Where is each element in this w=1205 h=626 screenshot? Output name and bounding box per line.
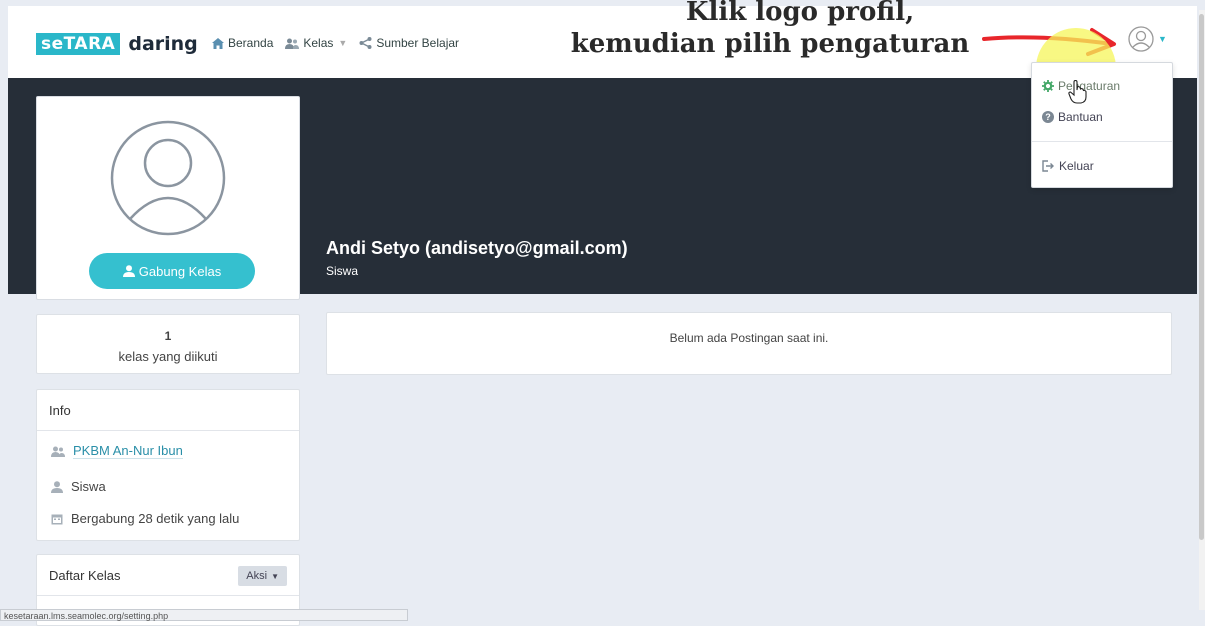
chevron-down-icon: ▼ [1158, 34, 1167, 44]
profile-menu-button[interactable]: ▼ [1128, 26, 1167, 52]
menu-item-label: Bantuan [1058, 110, 1103, 124]
main-nav: Beranda Kelas ▼ Sumber Belajar [212, 36, 471, 50]
info-role: Siswa [71, 479, 106, 494]
menu-item-keluar[interactable]: Keluar [1042, 159, 1094, 173]
menu-item-bantuan[interactable]: ? Bantuan [1042, 110, 1103, 124]
class-count-card: 1 kelas yang diikuti [36, 314, 300, 374]
logo-word: daring [128, 33, 198, 55]
users-icon [51, 446, 65, 457]
svg-text:?: ? [1045, 112, 1051, 122]
join-class-button[interactable]: Gabung Kelas [89, 253, 255, 289]
nav-sumber-belajar-label: Sumber Belajar [376, 36, 460, 50]
chevron-down-icon: ▼ [338, 38, 348, 48]
users-icon [285, 38, 300, 49]
tutorial-annotation: Klik logo profil, kemudian pilih pengatu… [560, 0, 980, 60]
org-link[interactable]: PKBM An-Nur Ibun [73, 443, 183, 459]
info-title: Info [37, 390, 299, 431]
posts-panel: Belum ada Postingan saat ini. [326, 312, 1172, 375]
user-icon [51, 480, 63, 493]
user-role: Siswa [326, 264, 359, 278]
user-icon [122, 265, 135, 277]
browser-status-bar: kesetaraan.lms.seamolec.org/setting.php [0, 609, 408, 621]
info-panel: Info PKBM An-Nur Ibun Siswa Bergabung 28… [36, 389, 300, 541]
annotation-line-2: kemudian pilih pengaturan [570, 29, 970, 59]
class-list-header: Daftar Kelas Aksi ▼ [37, 555, 299, 596]
nav-beranda[interactable]: Beranda [212, 36, 273, 50]
user-avatar-icon [110, 120, 226, 236]
nav-sumber-belajar[interactable]: Sumber Belajar [359, 36, 459, 50]
chevron-down-icon: ▼ [271, 571, 279, 581]
menu-item-label: Keluar [1059, 159, 1094, 173]
share-icon [359, 37, 372, 49]
question-circle-icon: ? [1042, 111, 1054, 123]
hand-cursor-icon [1068, 80, 1087, 104]
nav-kelas-label: Kelas [303, 36, 334, 50]
user-circle-icon [1128, 26, 1154, 52]
class-count: 1 [164, 329, 172, 343]
info-row-role: Siswa [51, 479, 106, 494]
profile-card: Gabung Kelas [36, 96, 300, 300]
calendar-icon [51, 514, 63, 524]
site-logo[interactable]: seTARA daring [36, 33, 198, 55]
annotation-line-1: Klik logo profil, [685, 0, 915, 27]
join-class-label: Gabung Kelas [138, 263, 222, 279]
profile-dropdown: Pengaturan ? Bantuan Keluar [1031, 62, 1173, 188]
menu-divider [1032, 141, 1172, 142]
sign-out-icon [1042, 160, 1054, 172]
home-icon [212, 37, 224, 49]
user-name: Andi Setyo (andisetyo@gmail.com) [326, 238, 628, 258]
nav-kelas[interactable]: Kelas ▼ [285, 36, 347, 50]
class-list-title: Daftar Kelas [49, 567, 121, 583]
class-count-label: kelas yang diikuti [118, 349, 218, 364]
info-joined: Bergabung 28 detik yang lalu [71, 511, 240, 526]
empty-posts-message: Belum ada Postingan saat ini. [669, 331, 829, 345]
action-button[interactable]: Aksi ▼ [238, 566, 287, 586]
nav-beranda-label: Beranda [228, 36, 274, 50]
logo-box: seTARA [36, 33, 121, 55]
gear-icon [1042, 80, 1054, 92]
action-label: Aksi [246, 570, 268, 582]
page-scrollbar[interactable] [1199, 10, 1205, 610]
info-row-joined: Bergabung 28 detik yang lalu [51, 511, 239, 526]
scrollbar-thumb[interactable] [1199, 14, 1204, 540]
info-row-org: PKBM An-Nur Ibun [51, 443, 183, 459]
